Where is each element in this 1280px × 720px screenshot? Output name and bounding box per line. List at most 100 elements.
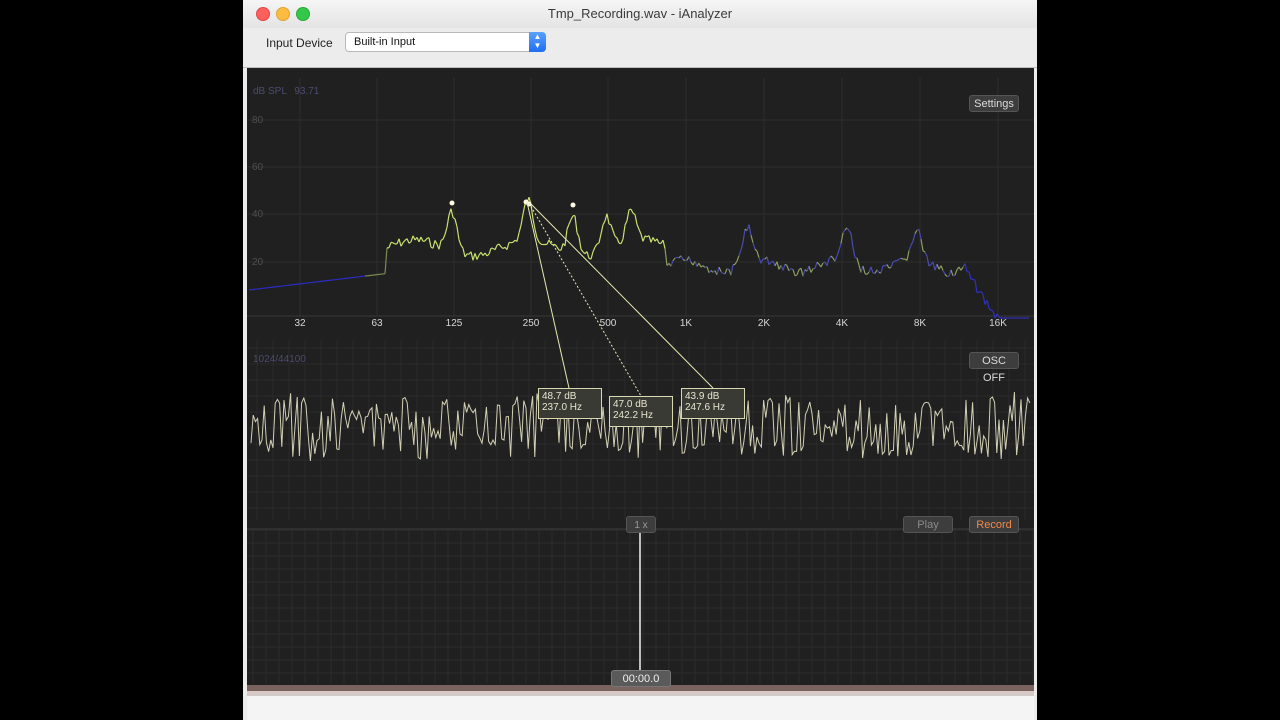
spectrum-segment — [834, 255, 838, 262]
spectrum-segment — [876, 269, 880, 273]
spectrum-segment — [888, 266, 892, 269]
spectrum-segment — [600, 224, 604, 235]
spectrum-segment — [578, 236, 582, 250]
spectrum-segment — [972, 278, 976, 281]
spectrum-segment — [732, 263, 736, 266]
spectrum-segment — [848, 230, 852, 234]
zoom-indicator[interactable]: 1 x — [626, 516, 656, 533]
spectrum-segment — [410, 235, 414, 242]
app-window: Tmp_Recording.wav - iAnalyzer Input Devi… — [243, 0, 1037, 720]
spectrum-segment — [472, 253, 476, 261]
x-tick-label: 1K — [680, 318, 693, 329]
spectrum-segment — [574, 215, 578, 233]
spectrum-segment — [412, 235, 416, 241]
input-device-select[interactable]: Built-in Input ▲ ▼ — [345, 32, 546, 52]
spectrum-segment — [512, 239, 516, 243]
spectrum-segment — [742, 228, 746, 243]
spectrum-segment — [570, 215, 574, 220]
spectrum-segment — [776, 261, 780, 270]
spectrum-segment — [522, 204, 526, 215]
playhead-time: 00:00.0 — [611, 670, 671, 687]
spectrum-segment — [474, 253, 478, 260]
spectrum-segment — [614, 235, 618, 239]
spectrum-segment — [912, 233, 916, 242]
y-tick-label: 80 — [252, 115, 264, 126]
spectrum-segment — [710, 270, 714, 273]
spectrum-segment — [612, 230, 616, 237]
spectrum-segment — [450, 208, 454, 218]
spectrum-segment — [442, 234, 446, 240]
record-button[interactable]: Record — [969, 516, 1019, 533]
peak-hz: 247.6 Hz — [685, 402, 726, 413]
spectrum-segment — [496, 243, 500, 246]
settings-button[interactable]: Settings — [969, 95, 1019, 112]
spectrum-segment — [736, 255, 740, 262]
spectrum-segment — [838, 243, 842, 251]
spectrum-segment — [500, 246, 504, 249]
spectrum-segment — [548, 239, 552, 245]
spectrum-segment — [842, 229, 846, 234]
spectrum-segment — [964, 263, 968, 272]
spectrum-segment — [624, 220, 628, 226]
spectrum-segment — [816, 261, 820, 265]
spectrum-segment — [476, 254, 480, 260]
spectrum-segment — [896, 258, 900, 262]
spectrum-segment — [554, 243, 558, 248]
spectrum-segment — [640, 233, 644, 242]
spectrum-segment — [718, 266, 722, 272]
spectrum-segment — [924, 251, 928, 257]
spectrum-segment — [662, 240, 666, 249]
spectrum-segment — [940, 265, 944, 271]
scale-unit: dB SPL — [253, 86, 287, 97]
spectrum-segment — [808, 266, 812, 273]
spectrum-segment — [922, 250, 926, 253]
spectrum-segment — [726, 268, 730, 271]
spectrum-segment — [702, 265, 706, 268]
spectrum-segment — [766, 256, 770, 265]
spectrum-segment — [656, 238, 660, 244]
spectrum-segment — [986, 300, 990, 309]
spectrum-segment — [424, 238, 428, 242]
spectrum-segment — [796, 269, 800, 276]
spectrum-segment — [910, 240, 914, 246]
spectrum-segment — [982, 294, 986, 305]
play-button[interactable]: Play — [903, 516, 953, 533]
osc-info-label: 1024/44100 — [253, 354, 306, 365]
spectrum-segment — [520, 213, 524, 226]
spectrum-segment — [914, 229, 918, 234]
spectrum-segment — [992, 310, 996, 319]
spectrum-segment — [616, 237, 620, 244]
spectrum-segment — [954, 269, 958, 276]
spectrum-segment — [420, 236, 424, 242]
spectrum-segment — [454, 218, 458, 227]
spectrum-segment — [988, 307, 992, 311]
spectrum-segment — [576, 232, 580, 238]
osc-toggle-button[interactable]: OSC OFF — [969, 352, 1019, 384]
peak-dot — [449, 200, 455, 206]
spectrum-segment — [586, 251, 590, 259]
spectrum-segment — [980, 291, 984, 295]
spectrum-segment — [814, 262, 818, 269]
x-tick-label: 16K — [989, 318, 1007, 329]
spectrum-segment — [784, 263, 788, 267]
spectrum-segment — [866, 271, 870, 275]
spectrum-segment — [620, 238, 624, 244]
x-tick-label: 32 — [294, 318, 306, 329]
x-tick-label: 2K — [758, 318, 771, 329]
spectrum-segment — [388, 242, 392, 248]
spl-value: 93.71 — [294, 86, 320, 97]
spectrum-segment — [786, 265, 790, 272]
spectrum-segment — [502, 246, 506, 250]
spectrum-segment — [626, 209, 630, 221]
spectrum-segment — [880, 265, 884, 274]
spectrum-segment — [890, 261, 894, 268]
spectrum-segment — [428, 237, 432, 248]
spectrum-segment — [462, 248, 466, 258]
spectrum-segment — [400, 242, 404, 247]
spectrum-segment — [858, 265, 862, 273]
spectrum-segment — [672, 257, 676, 262]
peak-dot — [570, 202, 576, 208]
spectrum-segment — [602, 220, 606, 226]
spectrum-segment — [460, 244, 464, 249]
spectrum-segment — [650, 237, 654, 243]
